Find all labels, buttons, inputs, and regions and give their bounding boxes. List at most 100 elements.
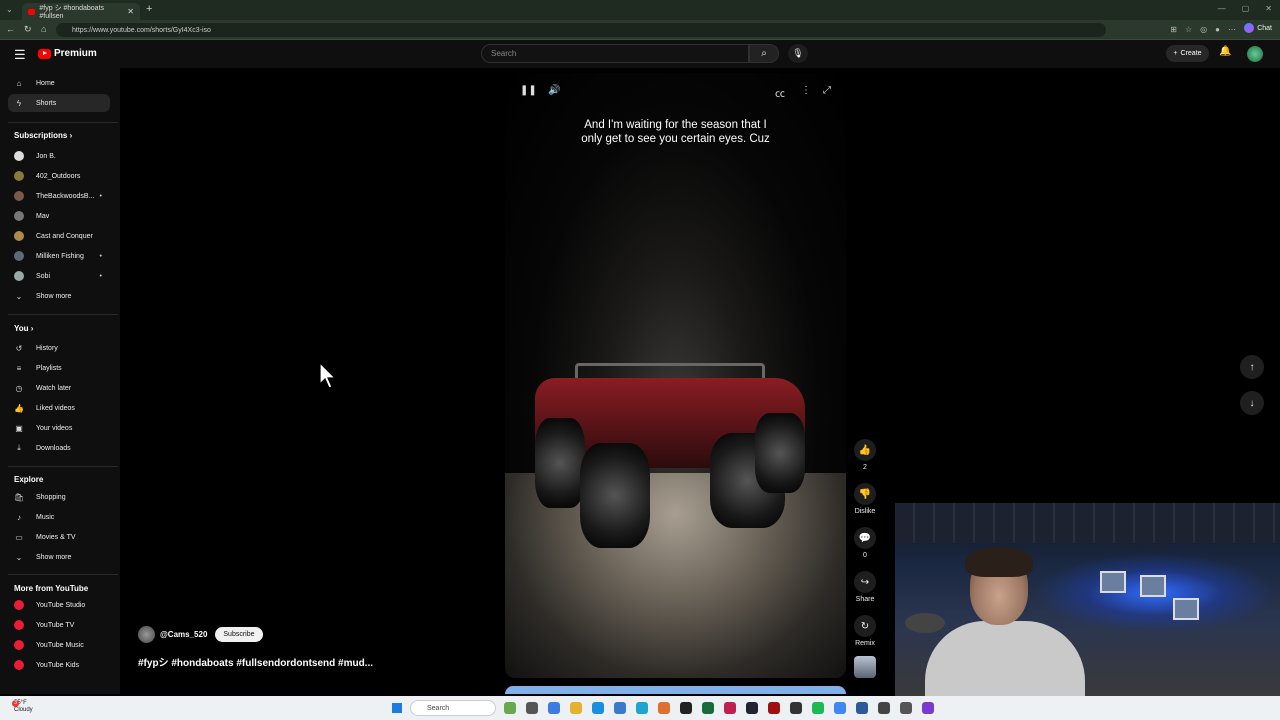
sidebar-item-watch-later[interactable]: ◷ Watch later [8, 379, 110, 397]
spotify-icon[interactable] [812, 702, 824, 714]
app-icon[interactable] [746, 702, 758, 714]
sidebar-item-home[interactable]: ⌂ Home [8, 74, 110, 92]
sidebar-item-subscription[interactable]: Mav [8, 207, 110, 225]
app-icon[interactable] [790, 702, 802, 714]
terminal-icon[interactable] [680, 702, 692, 714]
captions-icon[interactable]: ㏄ [775, 85, 785, 100]
app-icon[interactable] [768, 702, 780, 714]
sidebar-item-subscription[interactable]: Cast and Conquer [8, 227, 110, 245]
close-tab-icon[interactable]: ✕ [127, 7, 134, 16]
next-short-preview[interactable] [505, 686, 846, 694]
browser-tab[interactable]: #fyp シ #hondaboats #fullsen ✕ [22, 3, 140, 20]
like-action: 👍 2 [852, 439, 878, 471]
dislike-button[interactable]: 👎 [854, 483, 876, 505]
subscriptions-heading[interactable]: Subscriptions › [14, 131, 72, 140]
webcam-overlay [895, 503, 1280, 700]
sidebar-item-downloads[interactable]: ⤓ Downloads [8, 439, 110, 457]
store-icon[interactable] [592, 702, 604, 714]
sidebar-item-subscription[interactable]: Jon B. [8, 147, 110, 165]
extensions-icon[interactable]: ⊞ [1170, 25, 1177, 34]
share-button[interactable]: ↪ [854, 571, 876, 593]
pause-icon[interactable]: ❚❚ [520, 85, 537, 96]
chat-button[interactable]: Chat [1244, 23, 1272, 33]
discord-icon[interactable] [922, 702, 934, 714]
sidebar-item-label: Home [36, 79, 55, 87]
audio-source-thumbnail[interactable] [854, 656, 876, 678]
sidebar-item-subscription[interactable]: Sobi • [8, 267, 110, 285]
sidebar-item-your-videos[interactable]: ▣ Your videos [8, 419, 110, 437]
like-button[interactable]: 👍 [854, 439, 876, 461]
edge-icon[interactable] [614, 702, 626, 714]
previous-short-button[interactable]: ↑ [1240, 355, 1264, 379]
shorts-player[interactable]: ❚❚ 🔊 ㏄ ⋮ ⤢ And I'm waiting for the seaso… [505, 73, 846, 678]
favorite-icon[interactable]: ☆ [1185, 25, 1192, 34]
app-icon[interactable] [702, 702, 714, 714]
home-browser-icon[interactable]: ⌂ [41, 24, 46, 34]
firefox-icon[interactable] [658, 702, 670, 714]
channel-avatar[interactable] [138, 626, 155, 643]
browser-icon[interactable] [636, 702, 648, 714]
sidebar-item-youtube-kids[interactable]: YouTube Kids [8, 656, 110, 674]
weather-alert-icon: 3 [12, 700, 19, 707]
weather-widget[interactable]: 3 55°F Cloudy [12, 700, 33, 714]
sidebar-item-playlists[interactable]: ≡ Playlists [8, 359, 110, 377]
file-explorer-icon[interactable] [570, 702, 582, 714]
reload-icon[interactable]: ↻ [24, 24, 32, 35]
sidebar-item-music[interactable]: ♪ Music [8, 508, 110, 526]
comments-button[interactable]: 💬 [854, 527, 876, 549]
show-more-explore[interactable]: ⌄ Show more [8, 548, 110, 566]
subscribe-button[interactable]: Subscribe [215, 627, 263, 642]
copilot-icon[interactable]: ◎ [1200, 25, 1207, 34]
more-options-icon[interactable]: ⋮ [801, 85, 811, 96]
steam-icon[interactable] [856, 702, 868, 714]
create-button[interactable]: + Create [1166, 45, 1209, 62]
sidebar-item-shorts[interactable]: ϟ Shorts [8, 94, 110, 112]
task-view-icon[interactable] [526, 702, 538, 714]
taskbar-search[interactable]: Search [410, 700, 496, 716]
sidebar-item-youtube-music[interactable]: YouTube Music [8, 636, 110, 654]
new-tab-icon[interactable]: + [146, 3, 152, 15]
search-icon: ⌕ [761, 48, 767, 59]
copilot-taskbar-icon[interactable] [548, 702, 560, 714]
notifications-bell-icon[interactable]: 🔔 [1219, 46, 1231, 57]
app-icon[interactable] [900, 702, 912, 714]
sidebar-item-liked-videos[interactable]: 👍 Liked videos [8, 399, 110, 417]
url-field[interactable]: https://www.youtube.com/shorts/GyI4Xc3-i… [56, 23, 1106, 37]
tab-menu-icon[interactable]: ⌄ [6, 5, 13, 14]
sidebar-item-history[interactable]: ↺ History [8, 339, 110, 357]
app-icon[interactable] [724, 702, 736, 714]
more-icon[interactable]: ⋯ [1228, 25, 1236, 34]
sidebar-item-subscription[interactable]: Milliken Fishing • [8, 247, 110, 265]
back-icon[interactable]: ← [6, 24, 15, 34]
remix-button[interactable]: ↻ [854, 615, 876, 637]
avatar[interactable] [1247, 46, 1263, 62]
search-input[interactable]: Search [481, 44, 749, 63]
sidebar-item-subscription[interactable]: 402_Outdoors [8, 167, 110, 185]
fullscreen-icon[interactable]: ⤢ [823, 85, 831, 96]
sidebar-item-youtube-studio[interactable]: YouTube Studio [8, 596, 110, 614]
chrome-icon[interactable] [834, 702, 846, 714]
sidebar-item-label: YouTube Music [36, 641, 84, 649]
profile-icon[interactable]: ● [1215, 25, 1220, 34]
sidebar-item-label: Liked videos [36, 404, 75, 412]
sidebar-item-subscription[interactable]: TheBackwoodsB... • [8, 187, 110, 205]
maximize-icon[interactable]: ▢ [1242, 4, 1250, 13]
voice-search-button[interactable]: 🎙 [788, 44, 808, 63]
volume-icon[interactable]: 🔊 [548, 85, 560, 96]
close-window-icon[interactable]: ✕ [1265, 4, 1272, 13]
menu-icon[interactable]: ☰ [14, 47, 26, 63]
sidebar-item-youtube-tv[interactable]: YouTube TV [8, 616, 110, 634]
video-title[interactable]: #fypシ #hondaboats #fullsendordontsend #m… [138, 654, 373, 669]
minimize-icon[interactable]: — [1218, 4, 1226, 13]
app-icon[interactable] [878, 702, 890, 714]
windows-start-icon[interactable] [392, 703, 402, 713]
widgets-icon[interactable] [504, 702, 516, 714]
youtube-logo[interactable]: Premium [38, 48, 97, 59]
sidebar-item-movies-tv[interactable]: ▭ Movies & TV [8, 528, 110, 546]
search-button[interactable]: ⌕ [749, 44, 779, 63]
you-heading[interactable]: You › [14, 324, 33, 333]
show-more-subscriptions[interactable]: ⌄ Show more [8, 287, 110, 305]
sidebar-item-shopping[interactable]: 🛍 Shopping [8, 488, 110, 506]
channel-name[interactable]: @Cams_520 [160, 630, 207, 639]
next-short-button[interactable]: ↓ [1240, 391, 1264, 415]
